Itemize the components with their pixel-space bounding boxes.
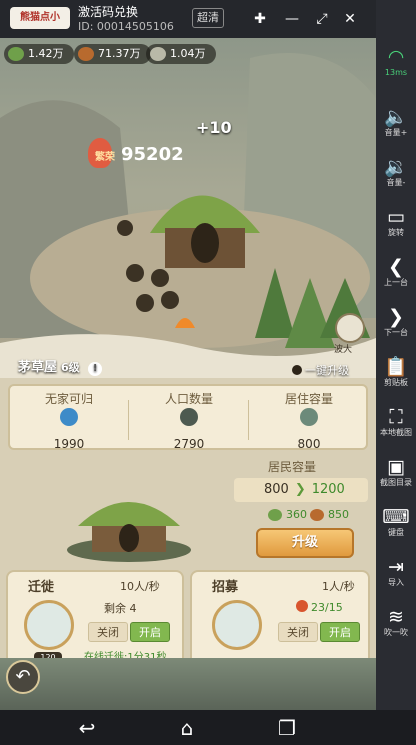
volume-up-icon: 🔈 — [384, 106, 408, 128]
capacity-change: 800 ❯ 1200 — [234, 478, 368, 502]
floating-gain: +10 — [196, 118, 232, 137]
stone-icon — [150, 47, 166, 61]
sidebar-item-blow[interactable]: ≋ 吹一吹 — [376, 606, 416, 638]
stat-homeless: 无家可归 1990 — [44, 392, 93, 451]
sidebar-item-rotate[interactable]: ▭ 旋转 — [376, 206, 416, 238]
sidebar-item-clipboard[interactable]: 📋 剪贴板 — [376, 356, 416, 388]
stat-population: 人口数量 2790 — [164, 392, 213, 451]
upgrade-button[interactable]: 升级 — [256, 528, 354, 558]
app-logo: 熊猫点小 — [10, 7, 70, 29]
wood-icon — [310, 509, 324, 521]
sidebar-item-previous[interactable]: ❮ 上一台 — [376, 256, 416, 288]
emulator-sidebar: ◠ 13ms 🔈 音量+ 🔉 音量- ▭ 旋转 ❮ 上一台 ❯ 下一台 📋 剪贴… — [376, 0, 416, 710]
recruit-avatar[interactable] — [212, 600, 262, 650]
rotate-icon: ▭ — [387, 206, 405, 228]
import-icon: ⇥ — [388, 556, 404, 578]
divider — [248, 400, 249, 440]
divider — [128, 400, 129, 440]
thatched-hut-image — [67, 502, 191, 562]
recruit-progress: 23/15 — [296, 600, 343, 614]
back-arrow-icon[interactable]: ↶ — [6, 660, 40, 694]
sidebar-item-volume-up[interactable]: 🔈 音量+ — [376, 106, 416, 138]
minimize-icon[interactable]: — — [282, 9, 302, 29]
previous-icon: ❮ — [388, 256, 404, 278]
home-icon[interactable]: ⌂ — [172, 714, 202, 742]
sidebar-item-keyboard[interactable]: ⌨ 键盘 — [376, 506, 416, 538]
fullscreen-icon[interactable]: ⤢ — [312, 9, 332, 29]
keyboard-icon: ⌨ — [382, 506, 410, 528]
upgrade-all-button[interactable]: 一键升级 — [292, 362, 349, 378]
recruit-on-button[interactable]: 开启 — [320, 622, 360, 642]
house-icon — [300, 408, 318, 426]
sidebar-item-wifi: ◠ 13ms — [376, 46, 416, 78]
volume-down-icon: 🔉 — [384, 156, 408, 178]
bottom-decor — [0, 658, 376, 710]
population-icon — [180, 408, 198, 426]
village-scene[interactable]: 1.42万 71.37万 1.04万 +10 繁荣 95202 茅草屋 6级 ! 波… — [0, 38, 376, 378]
recruit-title: 招募 — [212, 580, 239, 595]
fruit-icon — [296, 600, 308, 612]
homeless-icon — [60, 408, 78, 426]
leaf-icon — [268, 509, 282, 521]
migrate-title: 迁徙 — [28, 580, 55, 595]
recruit-off-button[interactable]: 关闭 — [278, 622, 318, 642]
resource-leaf[interactable]: 1.42万 — [4, 44, 74, 64]
migrate-off-button[interactable]: 关闭 — [88, 622, 128, 642]
clipboard-icon: 📋 — [384, 356, 408, 378]
cost-wood: 850 — [310, 508, 349, 521]
wood-icon — [78, 47, 94, 61]
shake-icon: ≋ — [388, 606, 404, 628]
screenshot-folder-icon: ▣ — [387, 456, 405, 478]
npc-label[interactable]: 波大 — [334, 342, 352, 355]
sidebar-item-screenshot-folder[interactable]: ▣ 截图目录 — [376, 456, 416, 488]
sidebar-item-screenshot[interactable]: ⛶ 本地截图 — [376, 406, 416, 438]
resource-stone[interactable]: 1.04万 — [146, 44, 216, 64]
remain-count: 剩余 4 — [104, 602, 137, 615]
recruit-rate: 1人/秒 — [322, 580, 355, 593]
close-icon[interactable]: ✕ — [340, 9, 360, 29]
sidebar-item-next[interactable]: ❯ 下一台 — [376, 306, 416, 338]
next-icon: ❯ — [388, 306, 404, 328]
toggle-dot-icon — [292, 365, 302, 375]
game-view[interactable]: 1.42万 71.37万 1.04万 +10 繁荣 95202 茅草屋 6级 ! 波… — [0, 38, 376, 710]
window-title-bar: 熊猫点小 激活码兑换 ID: 00014505106 超清 ✚ — ⤢ ✕ — [0, 0, 376, 38]
android-nav-bar: ↩ ⌂ ❐ — [0, 710, 416, 745]
crop-icon: ⛶ — [389, 406, 403, 428]
resource-wood[interactable]: 71.37万 — [74, 44, 151, 64]
back-icon[interactable]: ↩ — [72, 714, 102, 742]
migrate-rate: 10人/秒 — [120, 580, 160, 593]
population-stats: 无家可归 1990 人口数量 2790 居住容量 800 — [8, 384, 368, 451]
scene-art — [0, 53, 376, 378]
cost-leaf: 360 — [268, 508, 307, 521]
leaf-icon — [8, 47, 24, 61]
prosperity-display: 繁荣 95202 — [95, 144, 184, 165]
building-title: 茅草屋 6级 ! — [18, 356, 103, 376]
quality-button[interactable]: 超清 — [192, 8, 224, 28]
wifi-icon: ◠ — [387, 46, 405, 68]
device-id: ID: 00014505106 — [78, 20, 174, 33]
info-icon[interactable]: ! — [88, 362, 103, 376]
pin-icon[interactable]: ✚ — [250, 9, 270, 29]
window-title: 激活码兑换 — [78, 5, 139, 19]
recents-icon[interactable]: ❐ — [272, 714, 302, 742]
stat-capacity: 居住容量 800 — [284, 392, 333, 451]
migrate-on-button[interactable]: 开启 — [130, 622, 170, 642]
migrant-avatar[interactable] — [24, 600, 74, 650]
arrow-right-icon: ❯ — [294, 482, 306, 497]
sidebar-item-import[interactable]: ⇥ 导入 — [376, 556, 416, 588]
capacity-title: 居民容量 — [268, 460, 317, 474]
sidebar-item-volume-down[interactable]: 🔉 音量- — [376, 156, 416, 188]
